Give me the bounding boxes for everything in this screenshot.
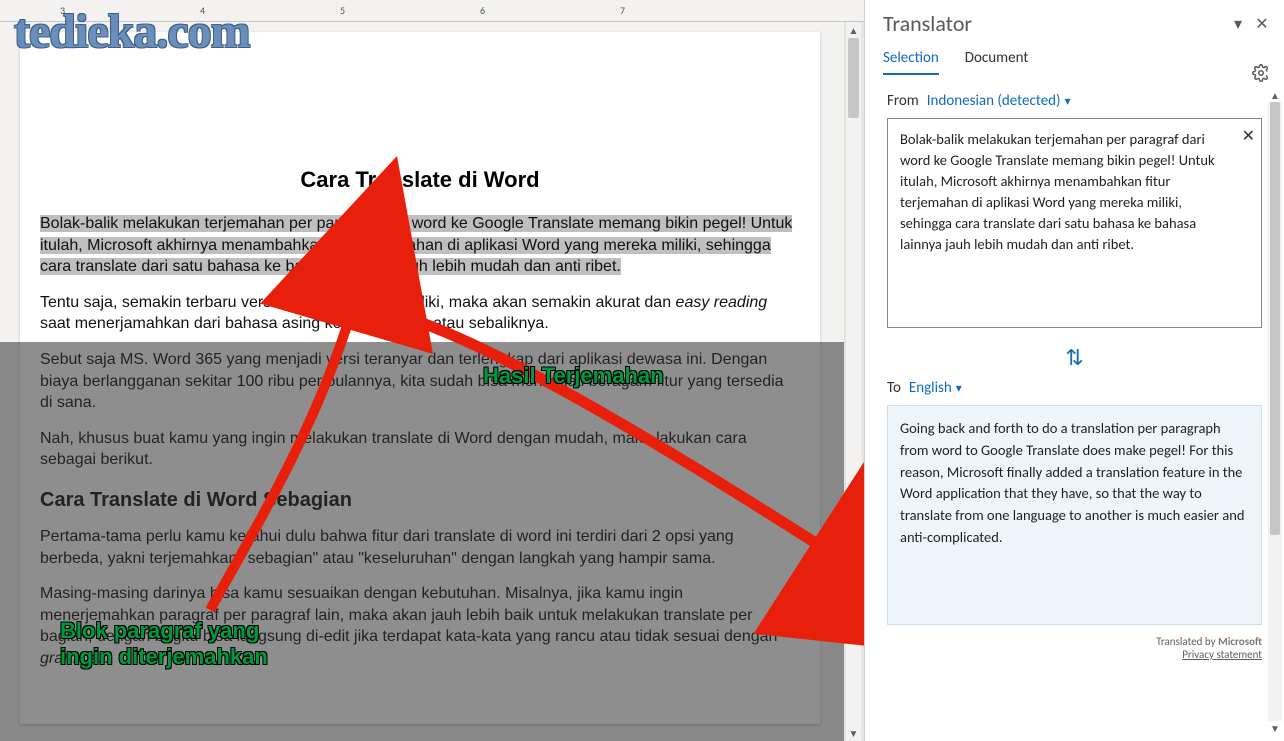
scroll-thumb[interactable] <box>1270 102 1280 535</box>
privacy-link[interactable]: Privacy statement <box>865 648 1284 661</box>
document-area: 3 4 5 6 7 Cara Translate di Word Bolak-b… <box>0 0 864 741</box>
translator-pane: Translator ▾ ✕ Selection Document From I… <box>864 0 1284 741</box>
scroll-up-icon[interactable]: ▲ <box>846 22 861 38</box>
scroll-thumb[interactable] <box>848 38 859 118</box>
pane-menu-icon[interactable]: ▾ <box>1226 12 1250 36</box>
paragraph-2[interactable]: Tentu saja, semakin terbaru versi Word y… <box>40 292 800 335</box>
page-viewport[interactable]: Cara Translate di Word Bolak-balik melak… <box>0 22 844 741</box>
settings-gear-icon[interactable] <box>1252 64 1270 87</box>
to-language-row: To English▾ <box>865 375 1284 405</box>
chevron-down-icon: ▾ <box>956 382 962 396</box>
translator-tabs: Selection Document <box>865 43 1284 76</box>
doc-title[interactable]: Cara Translate di Word <box>40 167 800 193</box>
microsoft-logo-text: Microsoft <box>1218 635 1262 648</box>
ruler-mark: 3 <box>60 4 65 17</box>
from-language-row: From Indonesian (detected)▾ <box>865 76 1284 118</box>
ruler-mark: 5 <box>340 4 345 17</box>
document-page[interactable]: Cara Translate di Word Bolak-balik melak… <box>20 32 820 724</box>
scroll-up-icon[interactable]: ▲ <box>1268 88 1282 102</box>
ruler-mark: 4 <box>200 4 205 17</box>
target-text-box[interactable]: Going back and forth to do a translation… <box>887 405 1262 625</box>
pane-scrollbar[interactable]: ▲ ▼ <box>1268 102 1282 721</box>
to-label: To <box>887 379 901 397</box>
ruler-mark: 7 <box>620 4 625 17</box>
vertical-scrollbar[interactable]: ▲ ▼ <box>845 22 861 741</box>
selected-text[interactable]: Bolak-balik melakukan terjemahan per par… <box>40 215 792 275</box>
paragraph-1[interactable]: Bolak-balik melakukan terjemahan per par… <box>40 213 800 278</box>
translation-credit: Translated by Microsoft <box>865 633 1284 648</box>
subheading[interactable]: Cara Translate di Word Sebagian <box>40 489 800 512</box>
paragraph-6[interactable]: Masing-masing darinya bisa kamu sesuaika… <box>40 583 800 669</box>
swap-languages-icon[interactable]: ⇅ <box>865 344 1284 371</box>
ruler-mark: 6 <box>480 4 485 17</box>
from-label: From <box>887 92 919 110</box>
scroll-down-icon[interactable]: ▼ <box>1268 721 1282 735</box>
tab-selection[interactable]: Selection <box>883 49 939 75</box>
clear-source-icon[interactable]: ✕ <box>1242 125 1255 148</box>
tab-document[interactable]: Document <box>965 49 1029 75</box>
source-text-box[interactable]: Bolak-balik melakukan terjemahan per par… <box>887 118 1262 328</box>
pane-close-icon[interactable]: ✕ <box>1250 12 1274 36</box>
paragraph-3[interactable]: Sebut saja MS. Word 365 yang menjadi ver… <box>40 349 800 414</box>
horizontal-ruler: 3 4 5 6 7 <box>0 0 864 22</box>
pane-title: Translator <box>883 10 1226 37</box>
paragraph-5[interactable]: Pertama-tama perlu kamu ketahui dulu bah… <box>40 526 800 569</box>
to-language-select[interactable]: English▾ <box>909 379 962 397</box>
paragraph-4[interactable]: Nah, khusus buat kamu yang ingin melakuk… <box>40 428 800 471</box>
from-language-select[interactable]: Indonesian (detected)▾ <box>927 92 1071 110</box>
scroll-down-icon[interactable]: ▼ <box>846 725 861 741</box>
chevron-down-icon: ▾ <box>1065 95 1071 109</box>
source-text: Bolak-balik melakukan terjemahan per par… <box>900 130 1215 253</box>
